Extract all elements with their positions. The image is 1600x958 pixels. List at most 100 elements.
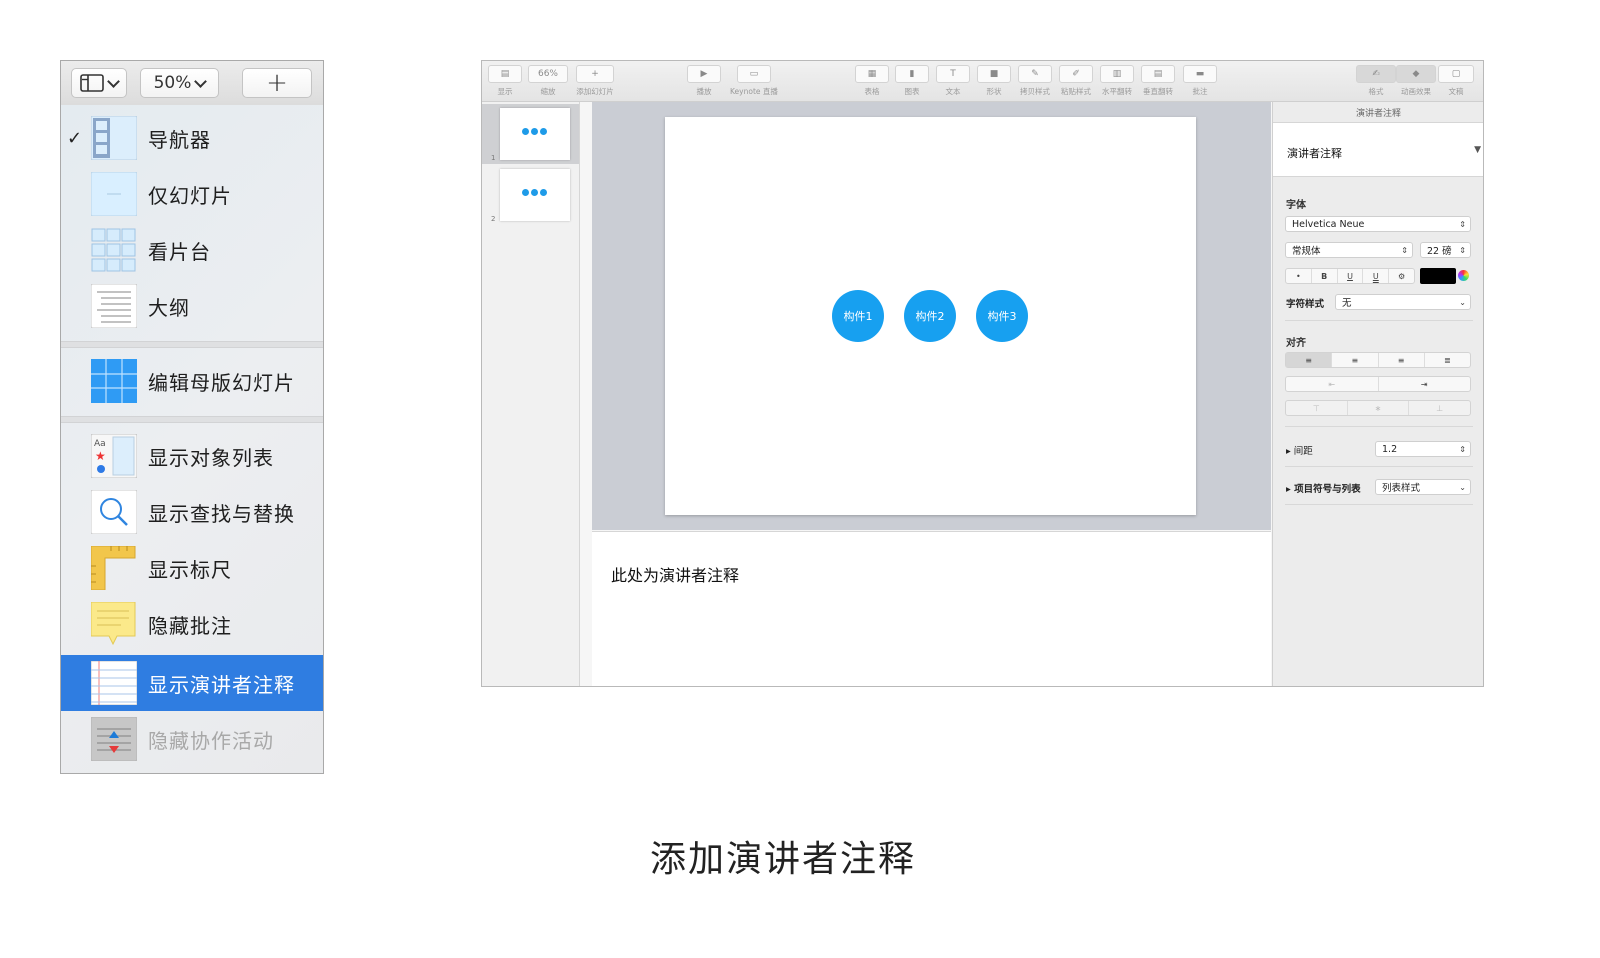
- vertical-align-buttons: ⊤ ∗ ⊥: [1285, 400, 1471, 416]
- presenter-notes-text[interactable]: 此处为演讲者注释: [611, 562, 739, 586]
- menu-item-show-ruler[interactable]: 显示标尺: [61, 540, 323, 596]
- toolbar-chart-button[interactable]: ▮ 图表: [895, 65, 929, 97]
- sticky-note-icon: [91, 602, 136, 646]
- decrease-indent-icon[interactable]: ⇤: [1286, 377, 1379, 391]
- updown-arrows-icon: ⇕: [1459, 219, 1466, 229]
- toolbar-animate-button[interactable]: ◆ 动画效果: [1396, 65, 1436, 97]
- align-right-icon[interactable]: ≡: [1379, 353, 1425, 367]
- toolbar-shape-button[interactable]: ■ 形状: [977, 65, 1011, 97]
- text-color-well[interactable]: [1420, 268, 1456, 284]
- outline-icon: [91, 284, 137, 328]
- font-size-stepper[interactable]: 22 磅 ⇕: [1420, 242, 1471, 258]
- chevron-down-icon: [194, 74, 208, 88]
- format-brush-icon: ✍: [1356, 65, 1396, 83]
- svg-text:Aa: Aa: [94, 439, 106, 449]
- slide-canvas[interactable]: 构件1 构件2 构件3: [665, 117, 1196, 515]
- menu-item-light-table[interactable]: 看片台: [61, 222, 323, 278]
- font-family-select[interactable]: Helvetica Neue ⇕: [1285, 216, 1471, 232]
- plus-icon: +: [576, 65, 614, 83]
- toolbar-document-button[interactable]: ▢ 文稿: [1438, 65, 1474, 97]
- align-top-icon[interactable]: ⊤: [1286, 401, 1348, 415]
- toolbar-label: 批注: [1192, 87, 1208, 96]
- add-slide-button[interactable]: +: [242, 68, 312, 98]
- menu-item-label: 隐藏批注: [148, 613, 232, 638]
- align-justify-icon[interactable]: ≣: [1425, 353, 1470, 367]
- slide-thumbnail-2[interactable]: 2: [482, 165, 579, 225]
- toolbar-text-button[interactable]: T 文本: [936, 65, 970, 97]
- menu-item-label: 导航器: [148, 127, 211, 152]
- toolbar-flip-horizontal-button[interactable]: ▥ 水平翻转: [1100, 65, 1134, 97]
- char-style-select[interactable]: 无 ⌄: [1335, 294, 1471, 310]
- align-middle-icon[interactable]: ∗: [1348, 401, 1410, 415]
- animate-icon: ◆: [1396, 65, 1436, 83]
- toolbar-label: 文本: [945, 87, 961, 96]
- zoom-label: 50%: [153, 73, 192, 93]
- toolbar-copy-style-button[interactable]: ✎ 拷贝样式: [1018, 65, 1052, 97]
- align-bottom-icon[interactable]: ⊥: [1409, 401, 1470, 415]
- toolbar-add-slide-button[interactable]: + 添加幻灯片: [576, 65, 614, 97]
- zoom-value: 66%: [528, 65, 568, 83]
- view-menu-list: ✓ 导航器 仅幻灯片 看片台 大纲 编辑母版幻灯片 Aa ★ 显示对象列表 显示…: [61, 105, 323, 773]
- slide-only-icon: [91, 172, 137, 216]
- double-underline-button[interactable]: U: [1363, 269, 1390, 283]
- view-dropdown-button[interactable]: [71, 68, 127, 98]
- font-family-value: Helvetica Neue: [1292, 218, 1365, 230]
- bullets-disclosure[interactable]: ▸ 项目符号与列表: [1286, 481, 1361, 495]
- list-style-select[interactable]: 列表样式 ⌄: [1375, 479, 1471, 495]
- toolbar-view-button[interactable]: ▤ 显示: [488, 65, 522, 97]
- copy-style-icon: ✎: [1018, 65, 1052, 83]
- underline-button[interactable]: U: [1338, 269, 1364, 283]
- slide-number: 2: [491, 215, 496, 223]
- updown-arrows-icon: ⇕: [1459, 245, 1466, 255]
- toolbar-flip-vertical-button[interactable]: ▤ 垂直翻转: [1141, 65, 1175, 97]
- inspector-tab[interactable]: 演讲者注释: [1273, 102, 1483, 123]
- spacing-select[interactable]: 1.2 ⇕: [1375, 441, 1471, 457]
- menu-item-hide-comments[interactable]: 隐藏批注: [61, 596, 323, 652]
- menu-item-edit-master-slides[interactable]: 编辑母版幻灯片: [61, 353, 323, 409]
- slide-preview: [500, 169, 570, 221]
- toolbar-zoom-button[interactable]: 66% 缩放: [528, 65, 568, 97]
- divider: [1285, 426, 1473, 427]
- increase-indent-icon[interactable]: ⇥: [1379, 377, 1471, 391]
- bullet-style-button[interactable]: •: [1286, 269, 1312, 283]
- paragraph-style-selector[interactable]: 演讲者注释 ▼: [1273, 123, 1483, 177]
- color-wheel-icon[interactable]: [1458, 270, 1469, 281]
- toolbar-label: 格式: [1368, 87, 1384, 96]
- menu-item-navigator[interactable]: ✓ 导航器: [61, 110, 323, 166]
- font-weight-select[interactable]: 常规体 ⇕: [1285, 242, 1413, 258]
- chevron-down-icon: [107, 74, 120, 88]
- align-left-icon[interactable]: ≡: [1286, 353, 1333, 367]
- spacing-disclosure[interactable]: ▸ 间距: [1286, 443, 1313, 457]
- toolbar-paste-style-button[interactable]: ✐ 粘贴样式: [1059, 65, 1093, 97]
- figure-caption: 添加演讲者注释: [649, 839, 916, 880]
- horizontal-align-buttons: ≡ ≡ ≡ ≣: [1285, 352, 1471, 368]
- keynote-toolbar: ▤ 显示 66% 缩放 + 添加幻灯片 ▶ 播放 ▭ Keynote 直播 ▦ …: [482, 61, 1483, 102]
- bold-button[interactable]: B: [1312, 269, 1338, 283]
- build-object-2[interactable]: 构件2: [904, 290, 956, 342]
- zoom-dropdown-button[interactable]: 50%: [140, 68, 219, 98]
- menu-item-show-presenter-notes[interactable]: 显示演讲者注释: [61, 655, 323, 711]
- toolbar-table-button[interactable]: ▦ 表格: [855, 65, 889, 97]
- toolbar-keynote-live-button[interactable]: ▭ Keynote 直播: [730, 65, 778, 97]
- chevron-down-icon: ⌄: [1459, 297, 1466, 307]
- menu-item-outline[interactable]: 大纲: [61, 278, 323, 334]
- menu-item-find-replace[interactable]: 显示查找与替换: [61, 484, 323, 540]
- menu-item-slide-only[interactable]: 仅幻灯片: [61, 166, 323, 222]
- build-object-1[interactable]: 构件1: [832, 290, 884, 342]
- font-weight-value: 常规体: [1292, 246, 1321, 257]
- menu-item-object-list[interactable]: Aa ★ 显示对象列表: [61, 428, 323, 484]
- toolbar-play-button[interactable]: ▶ 播放: [687, 65, 721, 97]
- slide-thumbnail-1[interactable]: 1: [482, 104, 579, 164]
- toolbar-format-button[interactable]: ✍ 格式: [1356, 65, 1396, 97]
- document-icon: ▢: [1438, 65, 1474, 83]
- format-inspector: 演讲者注释 演讲者注释 ▼ 字体 Helvetica Neue ⇕ 常规体 ⇕ …: [1272, 102, 1483, 686]
- text-icon: T: [936, 65, 970, 83]
- chart-icon: ▮: [895, 65, 929, 83]
- align-center-icon[interactable]: ≡: [1332, 353, 1379, 367]
- slide-preview: [500, 108, 570, 160]
- build-object-3[interactable]: 构件3: [976, 290, 1028, 342]
- gear-icon[interactable]: ⚙: [1389, 269, 1414, 283]
- presenter-notes-area[interactable]: 此处为演讲者注释: [592, 531, 1271, 686]
- keynote-window: ▤ 显示 66% 缩放 + 添加幻灯片 ▶ 播放 ▭ Keynote 直播 ▦ …: [481, 60, 1484, 687]
- toolbar-comment-button[interactable]: ▬ 批注: [1183, 65, 1217, 97]
